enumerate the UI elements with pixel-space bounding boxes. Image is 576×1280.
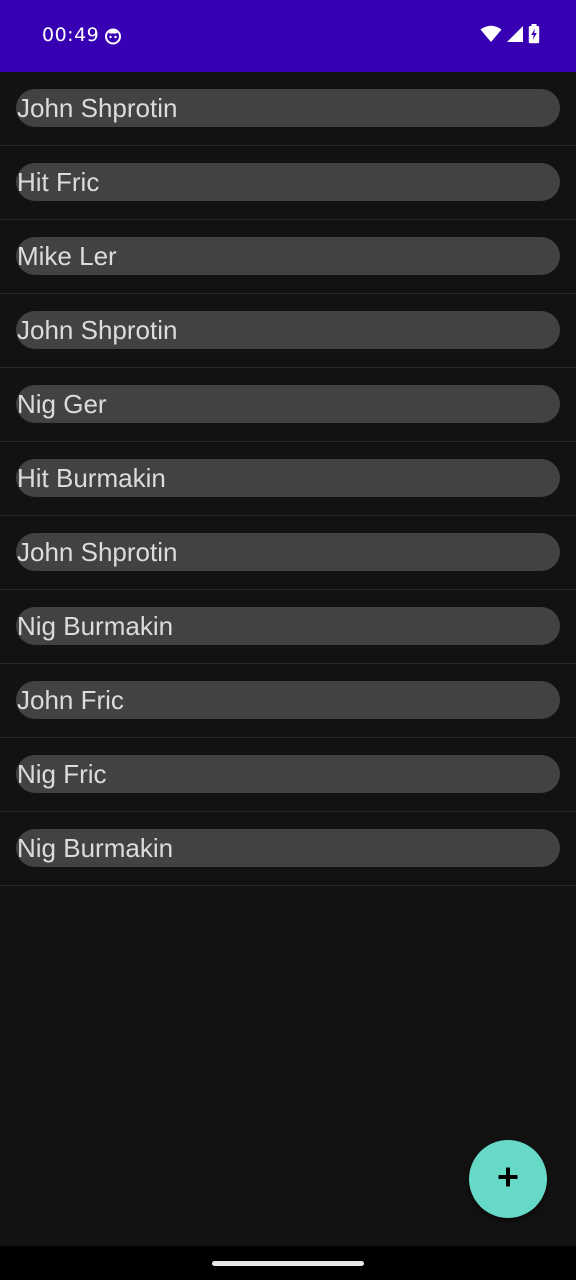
list-item-label: Hit Fric <box>17 167 100 197</box>
list-item-pill[interactable]: Mike Ler <box>16 237 560 275</box>
status-icons <box>480 23 540 49</box>
list-item[interactable]: Nig Burmakin <box>0 812 576 886</box>
list-item-pill[interactable]: John Shprotin <box>16 533 560 571</box>
plus-icon <box>497 1166 519 1193</box>
status-time: 00:49 <box>42 24 100 46</box>
list-item-label: Nig Fric <box>17 759 107 789</box>
list-item[interactable]: Nig Fric <box>0 738 576 812</box>
list-item[interactable]: Hit Burmakin <box>0 442 576 516</box>
name-list: John Shprotin Hit Fric Mike Ler John Shp… <box>0 72 576 886</box>
list-item-pill[interactable]: Nig Burmakin <box>16 607 560 645</box>
list-item-pill[interactable]: Nig Fric <box>16 755 560 793</box>
list-item[interactable]: Nig Burmakin <box>0 590 576 664</box>
navigation-bar <box>0 1246 576 1280</box>
list-item-pill[interactable]: Hit Burmakin <box>16 459 560 497</box>
list-item-label: John Shprotin <box>17 537 178 567</box>
list-item[interactable]: John Fric <box>0 664 576 738</box>
list-item-label: John Fric <box>17 685 124 715</box>
list-item[interactable]: John Shprotin <box>0 294 576 368</box>
list-item-label: Nig Burmakin <box>17 611 174 641</box>
list-item-label: Nig Ger <box>17 389 107 419</box>
list-item[interactable]: John Shprotin <box>0 516 576 590</box>
list-item-label: Hit Burmakin <box>17 463 166 493</box>
list-item[interactable]: Mike Ler <box>0 220 576 294</box>
list-item[interactable]: Nig Ger <box>0 368 576 442</box>
wifi-icon <box>480 25 502 48</box>
cellular-signal-icon <box>506 25 524 48</box>
status-bar: 00:49 <box>0 0 576 72</box>
list-item-label: John Shprotin <box>17 315 178 345</box>
list-item-pill[interactable]: Nig Ger <box>16 385 560 423</box>
list-item-label: John Shprotin <box>17 93 178 123</box>
list-item-pill[interactable]: John Fric <box>16 681 560 719</box>
list-item-label: Mike Ler <box>17 241 117 271</box>
list-item-label: Nig Burmakin <box>17 833 174 863</box>
add-item-button[interactable] <box>469 1140 547 1218</box>
battery-charging-icon <box>528 23 540 49</box>
list-item[interactable]: Hit Fric <box>0 146 576 220</box>
list-item-pill[interactable]: John Shprotin <box>16 89 560 127</box>
list-item[interactable]: John Shprotin <box>0 72 576 146</box>
gesture-handle[interactable] <box>212 1261 364 1266</box>
notification-face-icon <box>104 27 122 45</box>
list-item-pill[interactable]: Hit Fric <box>16 163 560 201</box>
list-item-pill[interactable]: Nig Burmakin <box>16 829 560 867</box>
list-item-pill[interactable]: John Shprotin <box>16 311 560 349</box>
